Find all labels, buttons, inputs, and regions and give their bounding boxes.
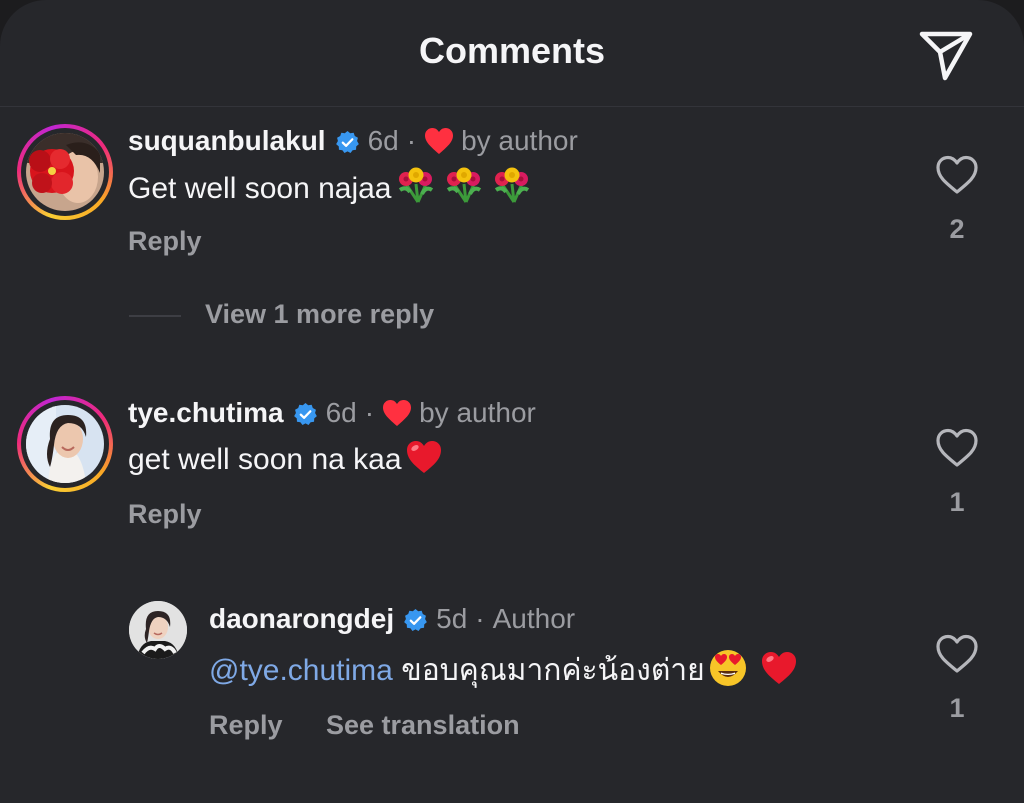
- comment-text: @tye.chutima ขอบคุณมากค่ะน้องต่าย: [209, 648, 798, 691]
- user-mention-link[interactable]: @tye.chutima: [209, 654, 393, 687]
- view-more-replies-button[interactable]: View 1 more reply: [205, 299, 434, 330]
- separator-dot: ·: [406, 125, 417, 156]
- comment-text: Get well soon najaa: [128, 166, 532, 209]
- avatar[interactable]: [129, 601, 187, 659]
- like-count: 1: [949, 487, 965, 517]
- like-count: 1: [949, 693, 965, 723]
- comment-meta: suquanbulakul 6d · by author: [128, 124, 578, 158]
- liked-by-author-label: by author: [461, 125, 578, 156]
- verified-badge-icon: [293, 401, 318, 426]
- verified-badge-icon: [403, 607, 428, 632]
- liked-by-author-heart-icon: [424, 127, 454, 155]
- author-label: Author: [492, 603, 576, 634]
- page-title: Comments: [418, 30, 606, 71]
- verified-badge-icon: [335, 129, 360, 154]
- reply-button[interactable]: Reply: [209, 710, 283, 741]
- comment-body: Get well soon najaa: [128, 172, 392, 205]
- heart-outline-icon[interactable]: [935, 428, 979, 468]
- reply-button[interactable]: Reply: [128, 226, 202, 257]
- comments-header: Comments: [0, 0, 1024, 107]
- avatar[interactable]: [17, 124, 113, 220]
- see-translation-button[interactable]: See translation: [326, 710, 520, 741]
- separator-dot: ·: [364, 397, 375, 428]
- comment-body: ขอบคุณมากค่ะน้องต่าย: [401, 654, 705, 687]
- comment-age: 6d: [325, 397, 357, 428]
- username[interactable]: suquanbulakul: [128, 124, 326, 158]
- more-replies-divider: [129, 315, 181, 317]
- avatar[interactable]: [17, 396, 113, 492]
- heart-eyes-emoji-icon: [708, 648, 748, 688]
- comment-meta: tye.chutima 6d · by author: [128, 396, 536, 430]
- like-count: 2: [949, 214, 965, 244]
- username[interactable]: tye.chutima: [128, 396, 284, 430]
- comment-body: get well soon na kaa: [128, 443, 402, 476]
- liked-by-author-label: by author: [419, 397, 536, 428]
- heart-outline-icon[interactable]: [935, 155, 979, 195]
- reply-button[interactable]: Reply: [128, 499, 202, 530]
- red-heart-emoji-icon: [760, 650, 798, 686]
- comments-sheet: Comments suquanbulakul 6d · by author Ge…: [0, 0, 1024, 803]
- bouquet-emoji-icon: [492, 166, 532, 204]
- paper-plane-icon[interactable]: [916, 24, 976, 84]
- red-heart-emoji-icon: [405, 439, 443, 475]
- comment-age: 5d: [436, 603, 468, 634]
- liked-by-author-heart-icon: [382, 399, 412, 427]
- comment-text: get well soon na kaa: [128, 439, 443, 480]
- comment-age: 6d: [367, 125, 399, 156]
- username[interactable]: daonarongdej: [209, 602, 394, 636]
- bouquet-emoji-icon: [444, 166, 484, 204]
- bouquet-emoji-icon: [396, 166, 436, 204]
- comment-meta: daonarongdej 5d · Author: [209, 602, 575, 636]
- heart-outline-icon[interactable]: [935, 634, 979, 674]
- separator-dot: ·: [475, 603, 485, 634]
